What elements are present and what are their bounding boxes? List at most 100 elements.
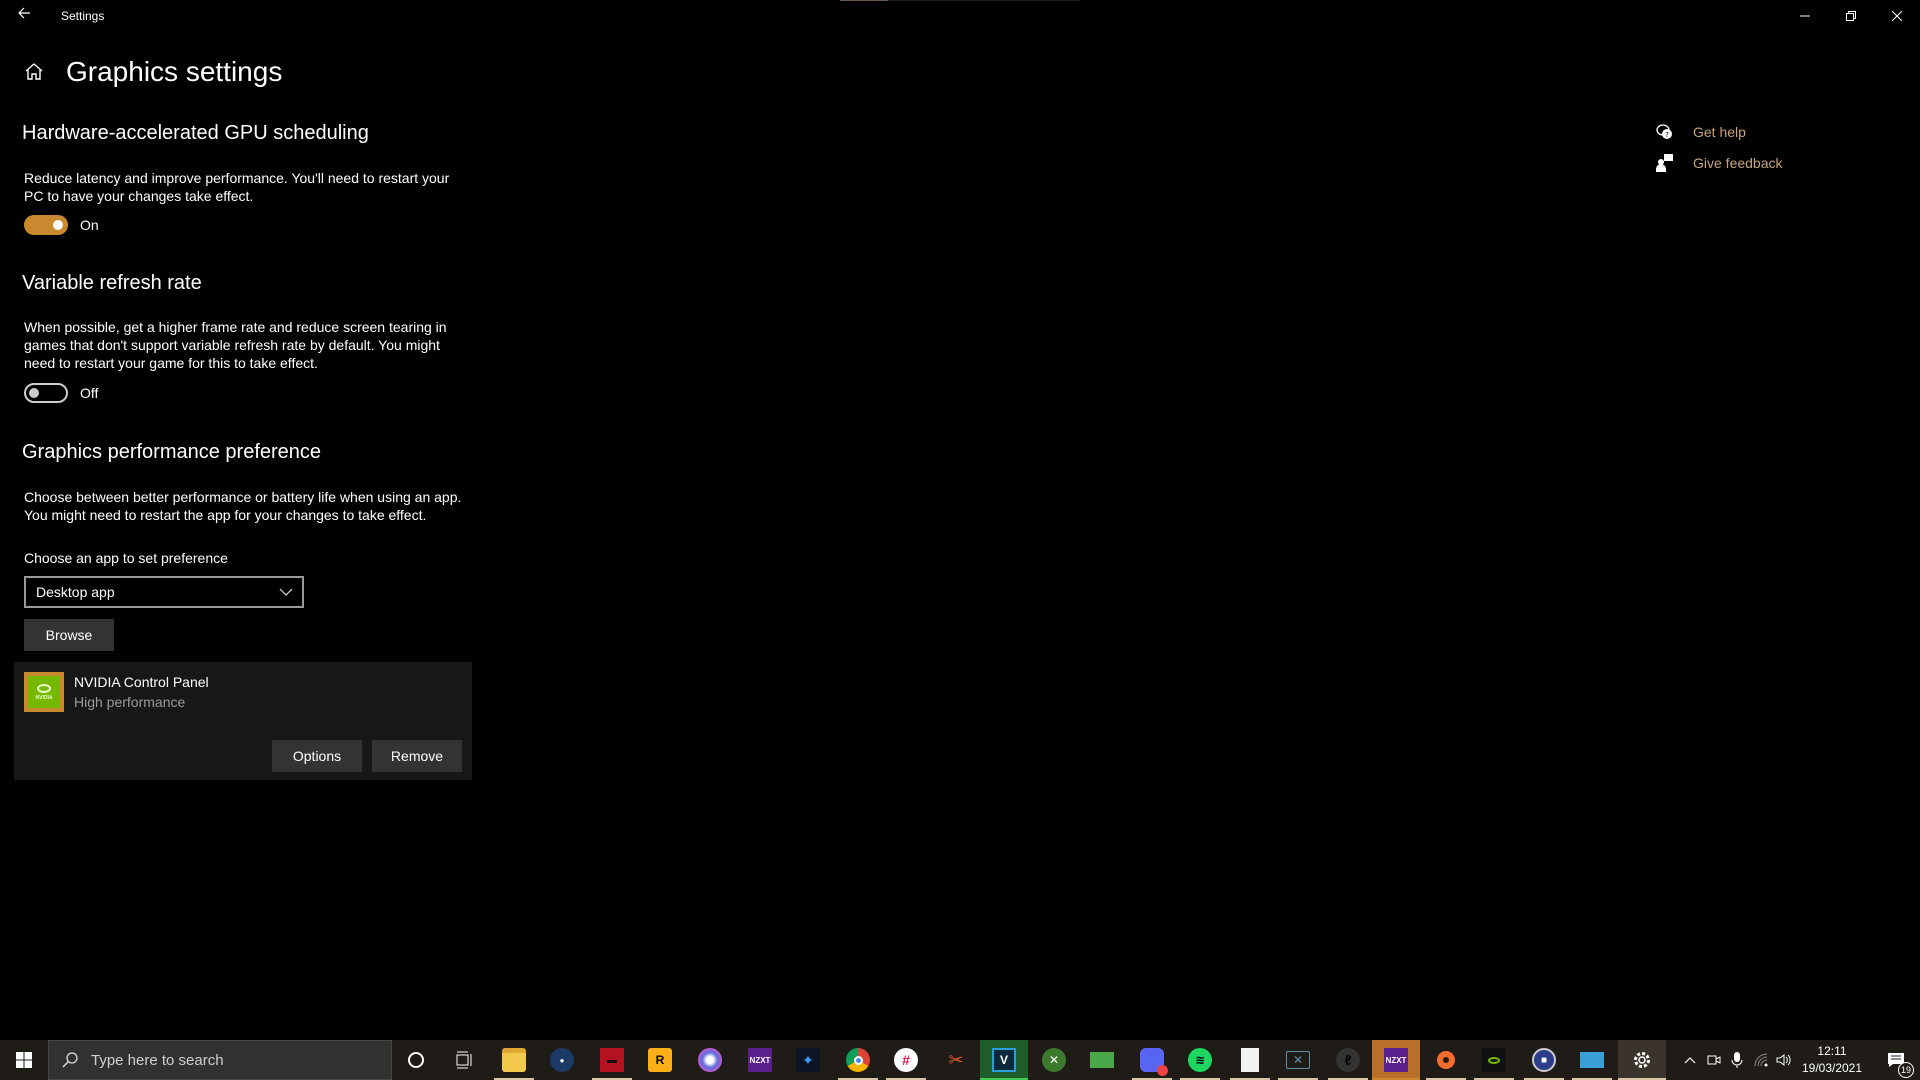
ubisoft-icon — [698, 1048, 722, 1072]
search-icon — [62, 1052, 78, 1068]
show-hidden-icons-button[interactable] — [1678, 1040, 1702, 1080]
taskbar-control-panel[interactable] — [1568, 1040, 1616, 1080]
taskbar-slack[interactable]: # — [882, 1040, 930, 1080]
performance-pref-description: Choose between better performance or bat… — [24, 489, 462, 523]
taskbar-elgato[interactable]: ℓ — [1324, 1040, 1372, 1080]
title-bar: Settings — [0, 0, 1920, 32]
notification-badge: 19 — [1898, 1062, 1914, 1078]
app-list-item[interactable]: NVIDIA NVIDIA Control Panel High perform… — [14, 662, 472, 780]
options-button[interactable]: Options — [272, 740, 362, 772]
taskbar-spotify[interactable]: ≋ — [1176, 1040, 1224, 1080]
taskbar-settings[interactable] — [1618, 1040, 1666, 1080]
browse-button[interactable]: Browse — [24, 619, 114, 651]
chevron-up-icon — [1684, 1057, 1696, 1064]
nvidia-icon — [1482, 1048, 1506, 1072]
taskbar-remote-desktop[interactable]: ✕ — [1274, 1040, 1322, 1080]
microphone-tray-icon[interactable] — [1726, 1040, 1748, 1080]
xbox-icon: ✕ — [1042, 1048, 1066, 1072]
back-arrow-icon — [18, 7, 30, 19]
folder-icon — [502, 1048, 526, 1072]
give-feedback-link[interactable]: Give feedback — [1655, 147, 1783, 178]
search-placeholder: Type here to search — [91, 1051, 224, 1069]
variable-refresh-title: Variable refresh rate — [22, 272, 202, 294]
taskbar-red-dead[interactable]: ▬ — [588, 1040, 636, 1080]
action-center-button[interactable]: 19 — [1872, 1040, 1920, 1080]
variable-refresh-state: Off — [80, 385, 99, 401]
discord-icon — [1140, 1048, 1168, 1076]
remote-icon: ✕ — [1286, 1051, 1310, 1069]
cortana-button[interactable] — [392, 1040, 440, 1080]
chevron-down-icon — [279, 588, 293, 596]
microphone-icon — [1731, 1052, 1743, 1068]
svg-text:?: ? — [1665, 131, 1669, 139]
close-button[interactable] — [1874, 0, 1920, 32]
clock[interactable]: 12:11 19/03/2021 — [1796, 1043, 1868, 1077]
close-icon — [1892, 11, 1902, 21]
variable-refresh-toggle[interactable] — [24, 383, 68, 403]
app-type-value: Desktop app — [36, 584, 115, 600]
battlenet-icon: ✦ — [796, 1048, 820, 1072]
taskbar-xbox[interactable]: ✕ — [1030, 1040, 1078, 1080]
page-header: Graphics settings — [22, 56, 282, 88]
document-icon — [1241, 1048, 1259, 1072]
taskbar-geforce[interactable] — [1470, 1040, 1518, 1080]
start-button[interactable] — [0, 1040, 48, 1080]
taskbar-file-explorer[interactable] — [490, 1040, 538, 1080]
choose-app-label: Choose an app to set preference — [24, 550, 228, 566]
taskbar-rockstar[interactable]: R — [636, 1040, 684, 1080]
taskbar-keepass[interactable]: ■ — [1520, 1040, 1568, 1080]
window-title: Settings — [61, 9, 105, 23]
get-help-link[interactable]: ? Get help — [1655, 116, 1783, 147]
camera-tray-icon[interactable] — [1702, 1040, 1726, 1080]
taskbar-ubisoft[interactable] — [686, 1040, 734, 1080]
windows-logo-icon — [16, 1052, 32, 1068]
gpu-scheduling-description: Reduce latency and improve performance. … — [24, 170, 450, 204]
gpu-scheduling-toggle[interactable] — [24, 215, 68, 235]
volume-tray-icon[interactable] — [1772, 1040, 1796, 1080]
gpu-scheduling-title: Hardware-accelerated GPU scheduling — [22, 122, 369, 144]
progress-indicator — [840, 0, 1080, 1]
variable-refresh-description: When possible, get a higher frame rate a… — [24, 319, 447, 371]
back-button[interactable] — [14, 6, 34, 26]
help-links: ? Get help Give feedback — [1655, 116, 1783, 178]
taskbar-discord[interactable] — [1128, 1040, 1176, 1080]
network-tray-icon[interactable] — [1750, 1040, 1772, 1080]
app-name: NVIDIA Control Panel — [74, 674, 209, 690]
control-panel-icon — [1580, 1052, 1604, 1068]
restore-button[interactable] — [1828, 0, 1874, 32]
taskbar-chrome[interactable] — [834, 1040, 882, 1080]
chrome-icon — [846, 1048, 870, 1072]
taskbar-gpu-tool[interactable] — [1078, 1040, 1126, 1080]
taskbar-battle-net[interactable]: ✦ — [784, 1040, 832, 1080]
minimize-button[interactable] — [1782, 0, 1828, 32]
taskbar-nzxt-cam[interactable]: NZXT — [736, 1040, 784, 1080]
origin-icon — [1437, 1051, 1455, 1069]
app-type-dropdown[interactable]: Desktop app — [24, 576, 304, 608]
circle-icon — [408, 1052, 424, 1068]
remove-button[interactable]: Remove — [372, 740, 462, 772]
performance-pref-title: Graphics performance preference — [22, 441, 322, 463]
task-view-button[interactable] — [440, 1040, 488, 1080]
restore-icon — [1846, 11, 1856, 21]
task-view-icon — [456, 1051, 472, 1069]
minimize-icon — [1800, 15, 1810, 17]
nzxt-icon: NZXT — [1384, 1048, 1408, 1072]
gpu-card-icon — [1090, 1052, 1114, 1068]
taskbar-document[interactable] — [1226, 1040, 1274, 1080]
help-chat-icon: ? — [1656, 123, 1672, 139]
gpu-scheduling-state: On — [80, 217, 99, 233]
steam-icon: ● — [550, 1048, 574, 1072]
taskbar-steam[interactable]: ● — [538, 1040, 586, 1080]
page-title: Graphics settings — [66, 56, 283, 87]
taskbar-nzxt-cam-2[interactable]: NZXT — [1372, 1040, 1420, 1080]
clock-time: 12:11 — [1817, 1044, 1847, 1058]
search-box[interactable]: Type here to search — [48, 1040, 392, 1080]
spotify-icon: ≋ — [1188, 1048, 1212, 1072]
taskbar-snipping-tool[interactable]: ✂ — [932, 1040, 980, 1080]
taskbar-vegas[interactable]: V — [980, 1040, 1028, 1080]
elgato-icon: ℓ — [1336, 1048, 1360, 1072]
scissors-icon: ✂ — [948, 1049, 964, 1070]
app-preference: High performance — [74, 694, 186, 710]
home-icon[interactable] — [22, 60, 46, 84]
taskbar-origin[interactable] — [1422, 1040, 1470, 1080]
